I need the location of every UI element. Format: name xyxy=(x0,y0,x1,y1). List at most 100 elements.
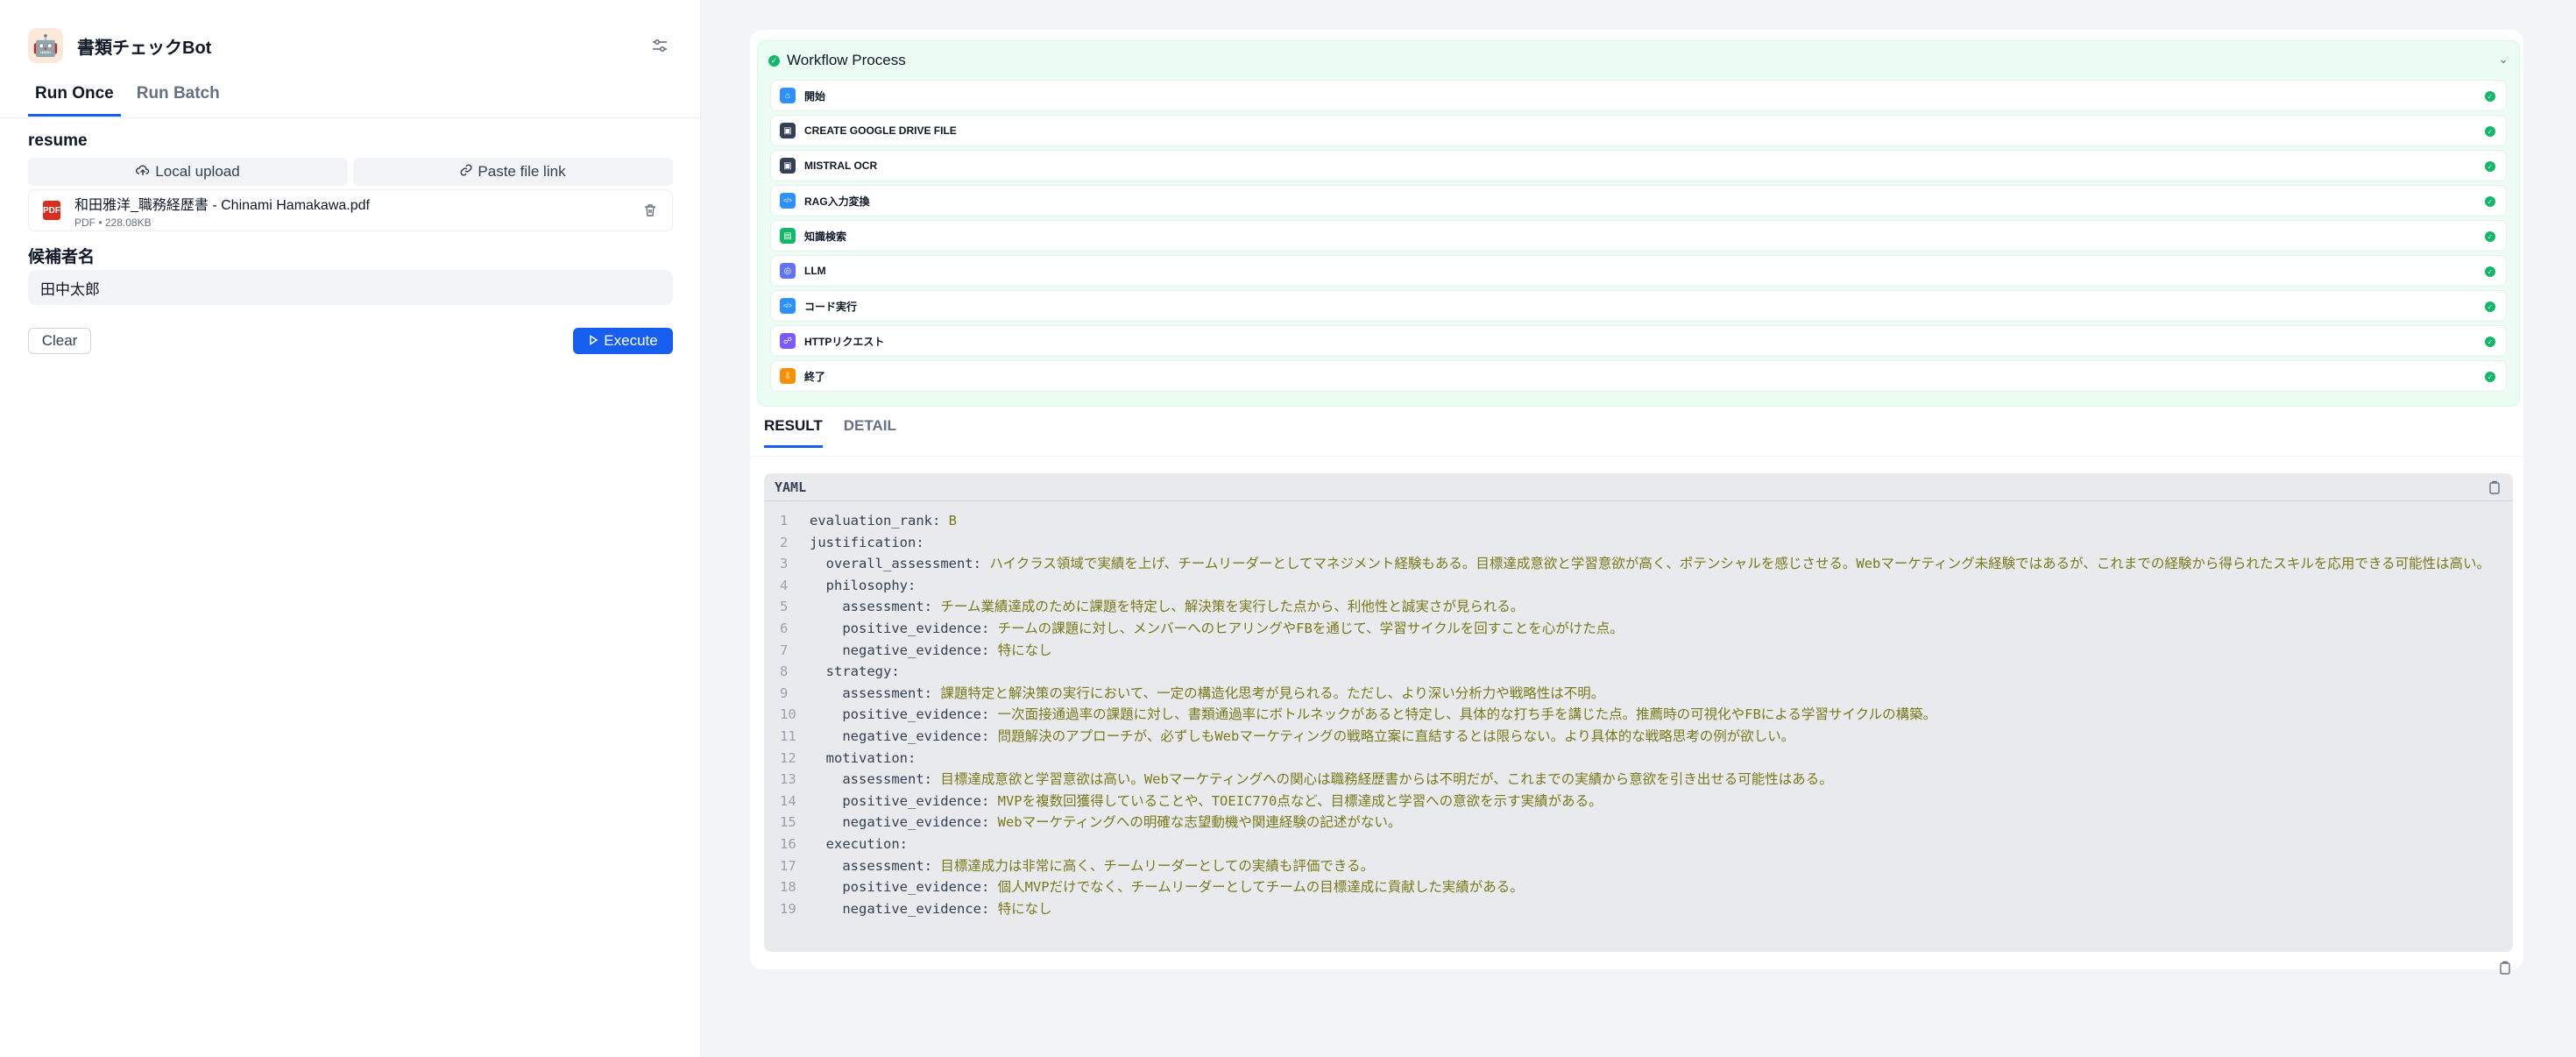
yaml-value: 課題特定と解決策の実行において、一定の構造化思考が見られる。ただし、より深い分析… xyxy=(931,685,1605,701)
line-number: 6 xyxy=(780,620,789,636)
app-logo-icon: 🤖 xyxy=(28,28,63,63)
execute-button[interactable]: Execute xyxy=(573,328,673,354)
clear-button[interactable]: Clear xyxy=(28,328,91,354)
line-number: 15 xyxy=(780,814,796,831)
line-content: strategy: xyxy=(810,661,910,683)
candidate-name-input[interactable]: 田中太郎 xyxy=(28,270,673,305)
line-content: negative_evidence: Webマーケティングへの明確な志望動機や関… xyxy=(810,812,1412,834)
success-check-icon: ✓ xyxy=(2485,231,2495,242)
line-content: execution: xyxy=(810,834,918,855)
line-content: positive_evidence: チームの課題に対し、メンバーへのヒアリング… xyxy=(810,618,1634,640)
line-number: 7 xyxy=(780,642,789,658)
line-content: overall_assessment: ハイクラス領域で実績を上げ、チームリーダ… xyxy=(810,553,2501,575)
line-number: 12 xyxy=(780,749,796,766)
app-title: 書類チェックBot xyxy=(77,38,212,58)
workflow-process-panel: ✓ Workflow Process ⌄ ⌂ 開始 ✓ ▣ CREATE GOOGLE … xyxy=(757,40,2520,407)
code-line: 9 assessment: 課題特定と解決策の実行において、一定の構造化思考が見… xyxy=(780,683,2513,705)
app-header: 🤖 書類チェックBot xyxy=(28,26,672,65)
yaml-key: justification: xyxy=(810,534,924,550)
line-number: 13 xyxy=(780,771,796,788)
tab-result[interactable]: RESULT xyxy=(764,417,823,448)
upload-options: Local upload Paste file link xyxy=(28,158,673,186)
workflow-node-label: LLM xyxy=(804,265,826,277)
line-content: justification: xyxy=(810,532,935,554)
success-check-icon: ✓ xyxy=(2485,196,2495,207)
line-content: negative_evidence: 問題解決のアプローチが、必ずしもWebマー… xyxy=(810,726,1805,748)
uploaded-file-card: PDF 和田雅洋_職務経歴書 - Chinami Hamakawa.pdf PD… xyxy=(28,189,673,231)
yaml-key: execution: xyxy=(825,835,908,852)
code-line: 13 assessment: 目標達成意欲と学習意欲は高い。Webマーケティング… xyxy=(780,769,2513,791)
copy-result-icon[interactable] xyxy=(2499,961,2515,976)
code-line: 18 positive_evidence: 個人MVPだけでなく、チームリーダー… xyxy=(780,876,2513,898)
workflow-node[interactable]: </> コード実行 ✓ xyxy=(770,290,2507,322)
workflow-node-type-icon: ▣ xyxy=(780,158,796,174)
workflow-node[interactable]: ☍ HTTPリクエスト ✓ xyxy=(770,325,2507,357)
workflow-node-type-icon: ◎ xyxy=(780,263,796,279)
code-line: 8 strategy: xyxy=(780,661,2513,683)
yaml-key: negative_evidence: xyxy=(842,727,990,744)
workflow-node[interactable]: ⌂ 開始 ✓ xyxy=(770,80,2507,111)
copy-icon[interactable] xyxy=(2488,480,2502,494)
workflow-node[interactable]: ▣ CREATE GOOGLE DRIVE FILE ✓ xyxy=(770,115,2507,146)
line-content: assessment: 目標達成意欲と学習意欲は高い。Webマーケティングへの関… xyxy=(810,769,1844,791)
yaml-value: チーム業績達成のために課題を特定し、解決策を実行した点から、利他性と誠実さが見ら… xyxy=(931,599,1525,615)
yaml-key: evaluation_rank: xyxy=(810,513,941,528)
line-number: 17 xyxy=(780,857,796,874)
line-content: negative_evidence: 特になし xyxy=(810,898,1063,920)
code-header: YAML xyxy=(764,473,2513,501)
tab-detail[interactable]: DETAIL xyxy=(844,417,896,448)
line-content: positive_evidence: 個人MVPだけでなく、チームリーダーとして… xyxy=(810,876,1534,898)
code-line: 4 philosophy: xyxy=(780,575,2513,597)
yaml-key: negative_evidence: xyxy=(842,642,990,658)
workflow-node[interactable]: ⇩ 終了 ✓ xyxy=(770,360,2507,392)
workflow-node[interactable]: </> RAG入力変換 ✓ xyxy=(770,185,2507,216)
workflow-node-type-icon: </> xyxy=(780,193,796,209)
run-mode-tabs: Run Once Run Batch xyxy=(28,84,227,117)
settings-sliders-icon[interactable] xyxy=(648,33,672,58)
workflow-node[interactable]: ◎ LLM ✓ xyxy=(770,255,2507,287)
paste-link-button[interactable]: Paste file link xyxy=(353,158,673,186)
success-check-icon: ✓ xyxy=(2485,337,2495,347)
yaml-value: B xyxy=(940,513,957,528)
local-upload-button[interactable]: Local upload xyxy=(28,158,348,186)
tab-run-once[interactable]: Run Once xyxy=(28,84,121,117)
yaml-key: positive_evidence: xyxy=(842,792,990,809)
workflow-node[interactable]: ▣ MISTRAL OCR ✓ xyxy=(770,150,2507,181)
success-check-icon: ✓ xyxy=(2485,91,2495,102)
yaml-key: positive_evidence: xyxy=(842,879,990,896)
yaml-result-block: YAML 1 evaluation_rank: B 2 justification: 3… xyxy=(764,473,2513,952)
workflow-header[interactable]: ✓ Workflow Process ⌄ xyxy=(768,50,2509,71)
line-number: 11 xyxy=(780,727,796,744)
code-line: 5 assessment: チーム業績達成のために課題を特定し、解決策を実行した… xyxy=(780,596,2513,618)
yaml-value: 特になし xyxy=(989,642,1052,658)
chevron-down-icon[interactable]: ⌄ xyxy=(2498,52,2509,67)
workflow-node[interactable]: ▤ 知識検索 ✓ xyxy=(770,220,2507,252)
yaml-value: Webマーケティングへの明確な志望動機や関連経験の記述がない。 xyxy=(989,814,1402,831)
yaml-key: negative_evidence: xyxy=(842,900,990,917)
delete-file-trash-icon[interactable] xyxy=(642,202,660,220)
line-number: 1 xyxy=(780,513,789,528)
yaml-key: assessment: xyxy=(842,685,932,701)
file-info: 和田雅洋_職務経歴書 - Chinami Hamakawa.pdf PDF • … xyxy=(74,193,370,229)
code-line: 19 negative_evidence: 特になし xyxy=(780,898,2513,920)
code-language-label: YAML xyxy=(775,479,807,495)
code-line: 7 negative_evidence: 特になし xyxy=(780,640,2513,662)
line-content: negative_evidence: 特になし xyxy=(810,640,1063,662)
code-line: 17 assessment: 目標達成力は非常に高く、チームリーダーとしての実績… xyxy=(780,855,2513,877)
line-number: 3 xyxy=(780,556,789,572)
code-line: 3 overall_assessment: ハイクラス領域で実績を上げ、チームリ… xyxy=(780,553,2513,575)
workflow-node-type-icon: ▤ xyxy=(780,228,796,244)
tab-run-batch[interactable]: Run Batch xyxy=(130,84,227,117)
line-content: positive_evidence: MVPを複数回獲得していることや、TOEI… xyxy=(810,791,1613,812)
line-number: 5 xyxy=(780,599,789,615)
workflow-node-type-icon: ▣ xyxy=(780,123,796,138)
